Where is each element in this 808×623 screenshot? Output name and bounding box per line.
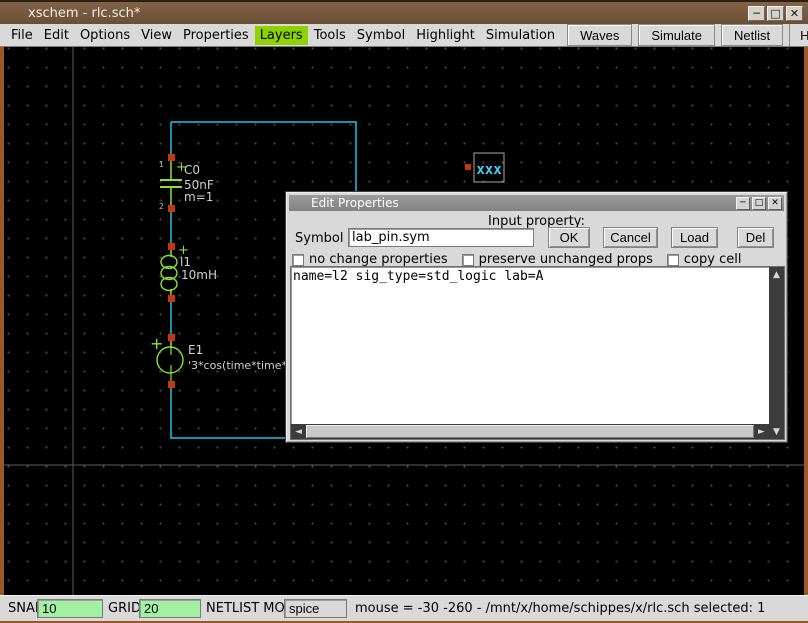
horizontal-scrollbar[interactable]: ◄ ► bbox=[291, 424, 769, 439]
menu-action-buttons: Waves Simulate Netlist Help bbox=[561, 24, 808, 46]
dialog-title-bar[interactable]: Edit Properties ─ □ ✕ bbox=[289, 195, 784, 211]
menu-layers[interactable]: Layers bbox=[255, 26, 308, 45]
inductor-l1[interactable]: + l1 10mH bbox=[161, 243, 217, 302]
cap-pin1-number: 1 bbox=[159, 160, 164, 169]
netlist-button[interactable]: Netlist bbox=[721, 24, 783, 46]
del-button[interactable]: Del bbox=[737, 227, 774, 248]
cap-pin2-number: 2 bbox=[159, 202, 164, 211]
maximize-icon[interactable]: □ bbox=[767, 6, 784, 21]
ind-name-label: l1 bbox=[180, 255, 191, 269]
status-bar: SNAP: GRID: NETLIST MODE: mouse = -30 -2… bbox=[0, 595, 808, 621]
minimize-icon[interactable]: ─ bbox=[748, 6, 765, 21]
no-change-properties-label: no change properties bbox=[309, 252, 448, 267]
copy-cell-label: copy cell bbox=[684, 252, 742, 267]
preserve-unchanged-props-checkbox[interactable] bbox=[462, 254, 474, 266]
cancel-button[interactable]: Cancel bbox=[603, 227, 658, 248]
menu-highlight[interactable]: Highlight bbox=[411, 26, 480, 45]
capacitor-c0[interactable]: 1 2 + C0 50nF m=1 bbox=[159, 154, 214, 212]
pin-square bbox=[168, 295, 175, 302]
title-bar: xschem - rlc.sch* ─ □ ✕ bbox=[0, 2, 808, 24]
grid-input[interactable] bbox=[139, 599, 201, 618]
menu-view[interactable]: View bbox=[136, 26, 177, 45]
symbol-label: Symbol bbox=[295, 231, 343, 246]
dialog-minimize-icon[interactable]: ─ bbox=[736, 197, 750, 210]
pin-square bbox=[168, 243, 175, 250]
scroll-up-icon[interactable]: ▲ bbox=[769, 267, 784, 282]
ind-value-label: 10mH bbox=[181, 268, 217, 282]
edit-properties-dialog: Edit Properties ─ □ ✕ Input property: Sy… bbox=[285, 191, 788, 443]
menu-simulation[interactable]: Simulation bbox=[481, 26, 560, 45]
menu-bar: File Edit Options View Properties Layers… bbox=[0, 24, 808, 47]
scroll-right-icon[interactable]: ► bbox=[754, 424, 769, 439]
waves-button[interactable]: Waves bbox=[567, 24, 632, 46]
src-name-label: E1 bbox=[188, 343, 203, 357]
pin-square bbox=[168, 381, 175, 388]
property-textarea-frame: name=l2 sig_type=std_logic lab=A ▲ ▼ ◄ ► bbox=[290, 266, 785, 440]
menu-tools[interactable]: Tools bbox=[309, 26, 351, 45]
checkbox-row: no change properties preserve unchanged … bbox=[292, 252, 741, 267]
mouse-status-text: mouse = -30 -260 - /mnt/x/home/schippes/… bbox=[355, 601, 765, 616]
snap-input[interactable] bbox=[37, 599, 103, 618]
dialog-maximize-icon[interactable]: □ bbox=[752, 197, 766, 210]
dialog-controls: ─ □ ✕ bbox=[736, 197, 784, 210]
window-controls: ─ □ ✕ bbox=[748, 6, 808, 21]
window-title: xschem - rlc.sch* bbox=[0, 6, 140, 21]
symbol-input[interactable] bbox=[348, 228, 534, 247]
cap-extra-label: m=1 bbox=[184, 190, 213, 204]
preserve-unchanged-props-label: preserve unchanged props bbox=[479, 252, 653, 267]
close-icon[interactable]: ✕ bbox=[786, 6, 803, 21]
menu-edit[interactable]: Edit bbox=[39, 26, 74, 45]
scroll-left-icon[interactable]: ◄ bbox=[291, 424, 306, 439]
simulate-button[interactable]: Simulate bbox=[638, 24, 715, 46]
lab-pin-text: xxx bbox=[476, 162, 502, 178]
vertical-scrollbar[interactable]: ▲ ▼ bbox=[769, 267, 784, 439]
dialog-close-icon[interactable]: ✕ bbox=[768, 197, 782, 210]
pin-square bbox=[465, 164, 471, 170]
horizontal-scrollbar-thumb[interactable] bbox=[306, 425, 754, 438]
copy-cell-checkbox[interactable] bbox=[667, 254, 679, 266]
menu-symbol[interactable]: Symbol bbox=[352, 26, 410, 45]
dialog-title: Edit Properties bbox=[289, 196, 399, 210]
menu-file[interactable]: File bbox=[6, 26, 38, 45]
netlist-mode-input[interactable] bbox=[284, 599, 347, 618]
pin-square bbox=[168, 205, 175, 212]
scroll-down-icon[interactable]: ▼ bbox=[769, 424, 784, 439]
no-change-properties-checkbox[interactable] bbox=[292, 254, 304, 266]
ok-button[interactable]: OK bbox=[548, 227, 590, 248]
property-textarea[interactable]: name=l2 sig_type=std_logic lab=A bbox=[293, 269, 768, 423]
pin-square bbox=[168, 154, 175, 161]
selected-lab-pin[interactable]: xxx bbox=[465, 153, 504, 182]
pin-square bbox=[168, 334, 175, 341]
src-plus-mark: + bbox=[150, 334, 163, 353]
menu-options[interactable]: Options bbox=[75, 26, 135, 45]
cap-name-label: C0 bbox=[184, 163, 200, 177]
xschem-window: xschem - rlc.sch* ─ □ ✕ File Edit Option… bbox=[0, 0, 808, 623]
help-button[interactable]: Help bbox=[789, 24, 808, 46]
menu-properties[interactable]: Properties bbox=[178, 26, 254, 45]
load-button[interactable]: Load bbox=[671, 227, 718, 248]
